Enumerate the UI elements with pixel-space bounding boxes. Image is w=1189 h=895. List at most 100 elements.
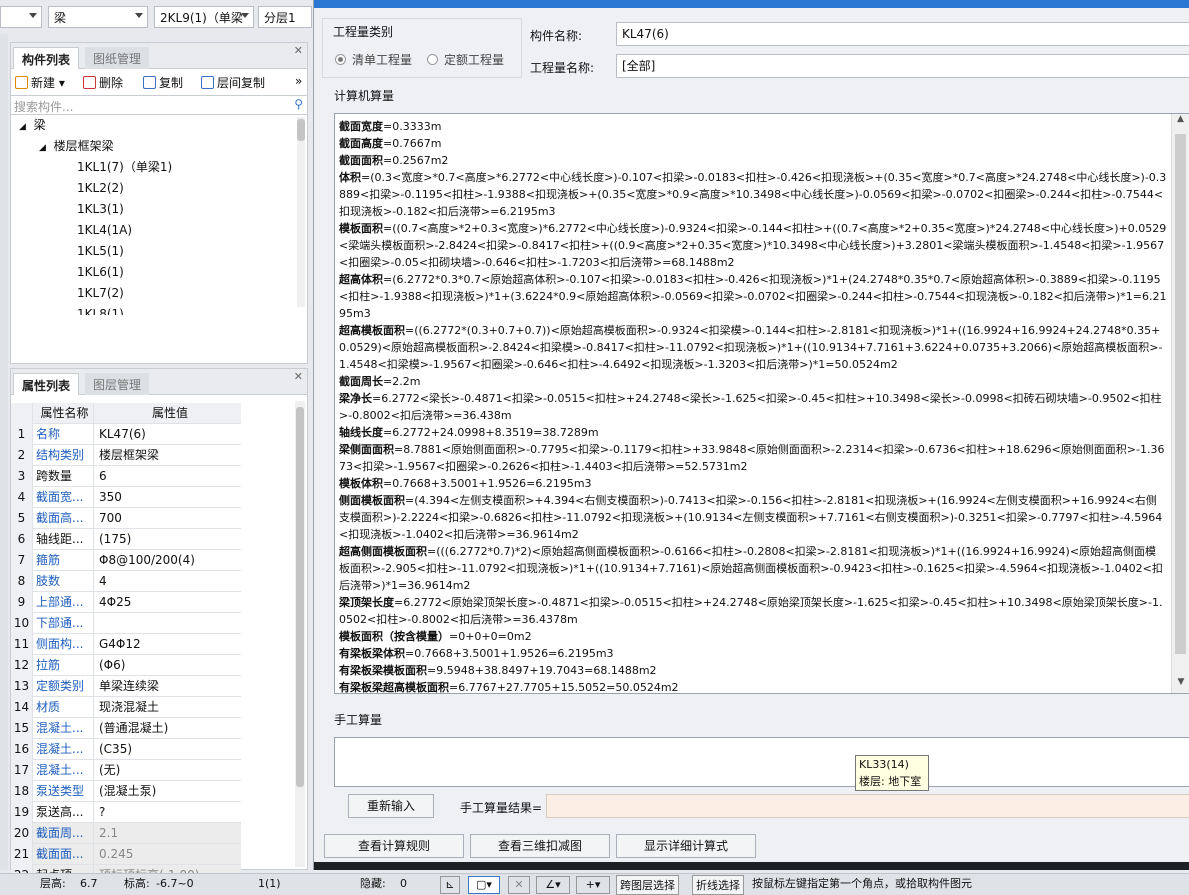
property-value[interactable]: 6 (95, 466, 241, 486)
component-tabs: 构件列表 图纸管理 ✕ (11, 43, 307, 69)
property-value[interactable]: (无) (95, 760, 241, 780)
tree-item-component[interactable]: 1KL7(2) (77, 283, 124, 303)
scroll-thumb[interactable] (296, 407, 304, 787)
reinput-button[interactable]: 重新输入 (348, 794, 434, 818)
tree-node-frame-beam[interactable]: ◢ 楼层框架梁 (39, 136, 114, 156)
tab-component-list[interactable]: 构件列表 (13, 47, 80, 69)
property-value[interactable]: 350 (95, 487, 241, 507)
tree-item-component[interactable]: 1KL6(1) (77, 262, 124, 282)
property-value[interactable]: 4 (95, 571, 241, 591)
property-row[interactable]: 15 混凝土... (普通混凝土) (11, 718, 241, 739)
property-value[interactable]: 0.245 (95, 844, 241, 864)
property-value[interactable]: Φ8@100/200(4) (95, 550, 241, 570)
tab-property-list[interactable]: 属性列表 (13, 373, 80, 395)
property-row[interactable]: 3 跨数量 6 (11, 466, 241, 487)
property-value[interactable]: G4Φ12 (95, 634, 241, 654)
property-row[interactable]: 8 肢数 4 (11, 571, 241, 592)
scroll-thumb[interactable] (297, 119, 305, 141)
property-value[interactable]: 700 (95, 508, 241, 528)
radio-bill-qty[interactable]: 清单工程量 (335, 51, 412, 68)
property-value[interactable]: (Φ6) (95, 655, 241, 675)
top-combo-1[interactable] (0, 6, 42, 28)
scroll-thumb[interactable] (1175, 134, 1186, 654)
offset-icon[interactable]: +▾ (576, 876, 610, 894)
ortho-icon[interactable]: ⊾ (440, 876, 460, 894)
tree-item-component[interactable]: 1KL4(1A) (77, 220, 132, 240)
tree-item-component[interactable]: 1KL5(1) (77, 241, 124, 261)
calc-line: 截面周长=2.2m (339, 373, 1167, 390)
property-row[interactable]: 6 轴线距... (175) (11, 529, 241, 550)
show-detail-formula-button[interactable]: 显示详细计算式 (616, 834, 756, 858)
element-type-combo[interactable]: 梁 (48, 6, 148, 28)
component-combo[interactable]: 2KL9(1)（单梁 (154, 6, 254, 28)
cross-icon[interactable]: ✕ (508, 876, 530, 894)
property-scrollbar[interactable] (295, 401, 305, 867)
property-row[interactable]: 14 材质 现浇混凝土 (11, 697, 241, 718)
view-rules-button[interactable]: 查看计算规则 (324, 834, 464, 858)
tree-scrollbar[interactable] (297, 117, 305, 307)
tree-item-component[interactable]: 1KL2(2) (77, 178, 124, 198)
property-value[interactable]: ? (95, 802, 241, 822)
angle-icon[interactable]: ∠▾ (536, 876, 570, 894)
view-3d-deduction-button[interactable]: 查看三维扣减图 (470, 834, 610, 858)
property-row[interactable]: 2 结构类别 楼层框架梁 (11, 445, 241, 466)
property-row[interactable]: 17 混凝土... (无) (11, 760, 241, 781)
tree-item-component[interactable]: 1KL3(1) (77, 199, 124, 219)
property-row[interactable]: 7 箍筋 Φ8@100/200(4) (11, 550, 241, 571)
tree-node-beam[interactable]: ◢ 梁 (19, 115, 46, 135)
qty-name-field[interactable]: [全部] (616, 54, 1189, 78)
property-row[interactable]: 1 名称 KL47(6) (11, 424, 241, 445)
layer-combo[interactable]: 分层1 (258, 6, 312, 28)
property-row[interactable]: 18 泵送类型 (混凝土泵) (11, 781, 241, 802)
property-row[interactable]: 19 泵送高...? (11, 802, 241, 823)
search-icon[interactable]: ⚲ (294, 97, 303, 111)
property-value[interactable]: 楼层框架梁 (95, 445, 241, 465)
property-row[interactable]: 16 混凝土... (C35) (11, 739, 241, 760)
property-header-row: 属性名称 属性值 (11, 403, 241, 424)
tree-item-component[interactable]: 1KL1(7)（单梁1) (77, 157, 172, 177)
property-value[interactable]: 2.1 (95, 823, 241, 843)
scroll-down-icon[interactable]: ▼ (1172, 677, 1189, 693)
property-row[interactable]: 4 截面宽... 350 (11, 487, 241, 508)
property-row[interactable]: 13 定额类别 单梁连续梁 (11, 676, 241, 697)
calc-text-area[interactable]: 截面宽度=0.3333m 截面高度=0.7667m 截面面积=0.2567m2 体积=… (334, 113, 1189, 694)
property-value[interactable]: (175) (95, 529, 241, 549)
tab-drawing-management[interactable]: 图纸管理 (85, 47, 150, 69)
property-value[interactable]: (混凝土泵) (95, 781, 241, 801)
more-icon[interactable]: » (295, 74, 302, 88)
property-row[interactable]: 21 截面面... 0.245 (11, 844, 241, 865)
close-icon[interactable]: ✕ (294, 44, 303, 57)
tree-item-component[interactable]: 1KL8(1) (77, 304, 124, 315)
property-row[interactable]: 9 上部通... 4Φ25 (11, 592, 241, 613)
property-value[interactable]: 4Φ25 (95, 592, 241, 612)
property-value[interactable]: KL47(6) (95, 424, 241, 444)
floor-copy-button[interactable]: 层间复制 (201, 74, 265, 91)
select-mode-icon[interactable]: ▢▾ (468, 876, 500, 894)
new-button[interactable]: 新建 ▾ (15, 74, 65, 91)
delete-button[interactable]: 删除 (83, 74, 123, 91)
tab-layer-management[interactable]: 图层管理 (85, 373, 150, 395)
close-icon[interactable]: ✕ (294, 370, 303, 383)
property-row[interactable]: 20 截面周... 2.1 (11, 823, 241, 844)
copy-button[interactable]: 复制 (143, 74, 183, 91)
scroll-up-icon[interactable]: ▲ (1172, 114, 1189, 130)
property-row[interactable]: 10 下部通... (11, 613, 241, 634)
calc-scrollbar[interactable]: ▲ ▼ (1171, 114, 1189, 693)
property-value[interactable]: (普通混凝土) (95, 718, 241, 738)
component-search-input[interactable]: 搜索构件... ⚲ (11, 95, 307, 115)
expand-icon[interactable]: ◢ (19, 122, 26, 132)
polyline-select-button[interactable]: 折线选择 (692, 875, 744, 895)
manual-text-area[interactable] (334, 737, 1189, 787)
comp-name-field[interactable]: KL47(6) (616, 22, 1189, 46)
manual-result-field[interactable] (546, 794, 1189, 818)
radio-quota-qty[interactable]: 定额工程量 (427, 51, 504, 68)
cross-layer-select-button[interactable]: 跨图层选择 (616, 875, 679, 895)
property-value[interactable]: 现浇混凝土 (95, 697, 241, 717)
property-row[interactable]: 12 拉筋 (Φ6) (11, 655, 241, 676)
property-value[interactable]: 单梁连续梁 (95, 676, 241, 696)
property-value[interactable]: (C35) (95, 739, 241, 759)
property-row[interactable]: 11 侧面构... G4Φ12 (11, 634, 241, 655)
property-row[interactable]: 5 截面高... 700 (11, 508, 241, 529)
expand-icon[interactable]: ◢ (39, 143, 46, 153)
row-number: 12 (11, 655, 33, 676)
